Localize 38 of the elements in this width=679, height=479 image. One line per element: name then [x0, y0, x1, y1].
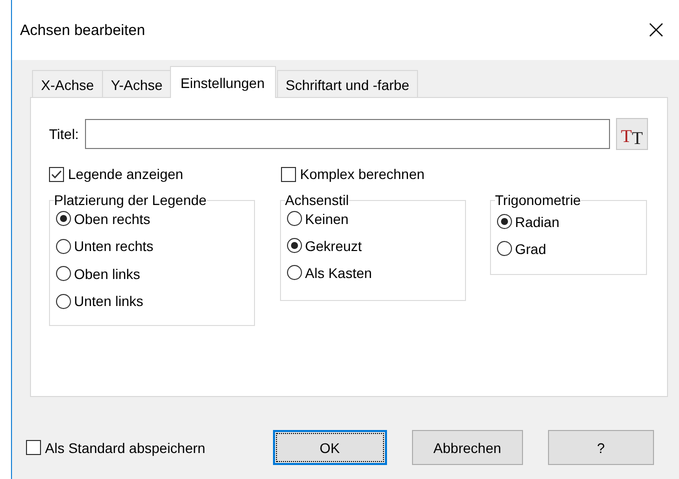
radio-button[interactable]	[287, 265, 302, 280]
radio-label: Radian	[515, 214, 560, 230]
group-title: Achsenstil	[285, 192, 349, 208]
radio-button[interactable]	[497, 241, 512, 256]
tab[interactable]: X-Achse	[32, 70, 103, 98]
title-field[interactable]	[84, 119, 610, 149]
checkbox[interactable]	[281, 166, 296, 182]
radio-button[interactable]	[56, 294, 71, 309]
group-title: Platzierung der Legende	[54, 192, 207, 208]
radio-label: Als Kasten	[305, 264, 372, 280]
radio-label: Gekreuzt	[305, 238, 362, 254]
radio-label: Keinen	[305, 210, 349, 226]
close-button[interactable]: ×	[635, 15, 677, 45]
ok-button[interactable]: OK	[272, 430, 387, 465]
radio-button[interactable]	[287, 211, 302, 226]
tab[interactable]: Einstellungen	[170, 66, 276, 98]
radio-button[interactable]	[56, 211, 71, 226]
checkbox[interactable]	[49, 166, 64, 182]
radio-button[interactable]	[287, 238, 302, 253]
group-title: Trigonometrie	[495, 192, 581, 208]
radio-label: Oben links	[74, 266, 140, 282]
radio-button[interactable]	[56, 238, 71, 254]
radio-button[interactable]	[497, 214, 512, 229]
radio-label: Unten links	[74, 293, 144, 310]
font-button[interactable]: TT	[616, 118, 648, 150]
radio-label: Grad	[515, 240, 546, 256]
dialog-button[interactable]: Abbrechen	[412, 430, 523, 465]
dialog-button[interactable]: ?	[548, 430, 654, 465]
checkbox-label: Als Standard abspeichern	[45, 440, 206, 456]
window-title: Achsen bearbeiten	[20, 22, 146, 38]
checkbox-label: Legende anzeigen	[68, 166, 184, 182]
radio-label: Oben rechts	[74, 210, 150, 227]
radio-button[interactable]	[56, 266, 71, 282]
radio-label: Unten rechts	[74, 238, 154, 254]
checkbox-label: Komplex berechnen	[300, 166, 425, 182]
tab[interactable]: Schriftart und -farbe	[276, 70, 418, 98]
checkbox[interactable]	[26, 440, 41, 455]
field-label: Titel:	[49, 126, 79, 142]
